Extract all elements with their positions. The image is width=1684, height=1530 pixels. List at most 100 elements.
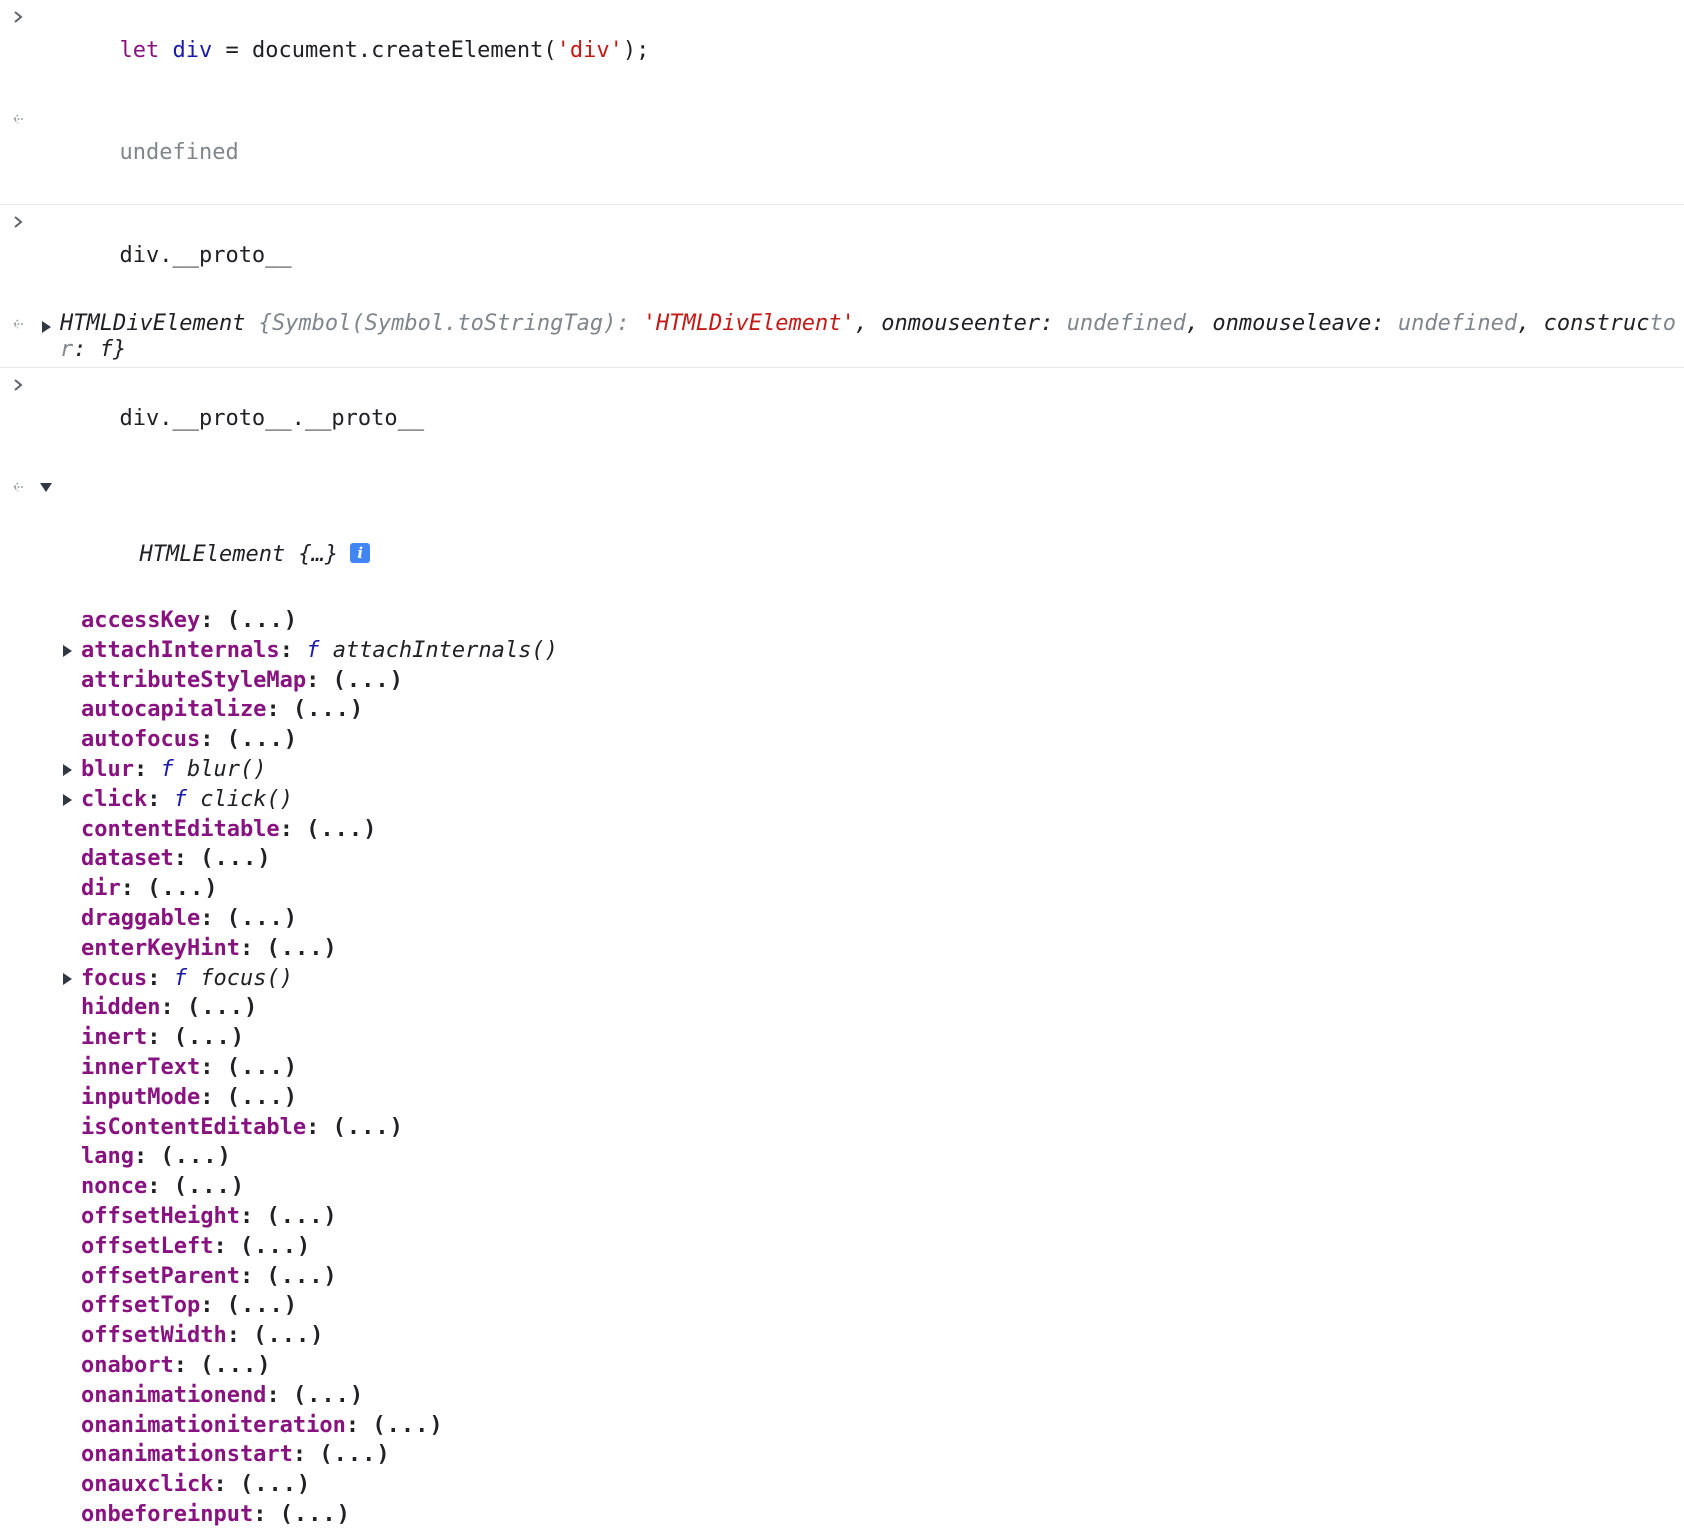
property-value-getter[interactable]: (...) [227,1055,298,1080]
property-name: nonce [81,1174,148,1200]
property-value-getter[interactable]: (...) [227,1085,298,1110]
property-colon: : [226,1323,254,1349]
property-row: offsetParent: (...) [0,1262,1684,1292]
property-colon: : [266,1382,293,1408]
property-colon: : [200,905,227,931]
expand-triangle-icon[interactable] [63,793,72,806]
property-row[interactable]: blur: f blur() [0,755,1684,785]
prompt-chevron-icon [8,368,28,402]
property-name: inert [81,1025,148,1051]
result-arrow-icon [8,470,28,504]
function-name: blur() [186,756,267,782]
property-value-getter[interactable]: (...) [160,1144,231,1169]
property-value-getter[interactable]: (...) [319,1442,390,1467]
property-row[interactable]: focus: f focus() [0,964,1684,994]
prompt-chevron-icon [8,205,28,239]
expand-triangle-icon[interactable] [42,321,51,333]
property-name: autocapitalize [81,697,267,723]
info-icon[interactable]: i [350,543,371,563]
property-colon: : [253,1501,280,1527]
property-colon: : [292,1442,320,1468]
property-value-getter[interactable]: (...) [227,1293,298,1318]
property-name: hidden [81,995,161,1021]
console-input-line[interactable]: div.__proto__.__proto__ [0,368,1684,470]
expand-triangle-icon[interactable] [63,763,72,776]
expand-triangle-icon[interactable] [63,972,72,985]
result-arrow-icon [8,311,28,337]
property-row: onbeforeinput: (...) [0,1500,1684,1530]
property-value-getter[interactable]: (...) [266,936,337,961]
property-value-getter[interactable]: (...) [147,876,218,901]
property-colon: : [147,1025,174,1051]
property-value-getter[interactable]: (...) [333,668,404,693]
property-name: autofocus [81,727,201,753]
console-panel: let div = document.createElement('div');… [0,0,1684,1530]
property-value-getter[interactable]: (...) [280,1502,351,1527]
object-value: undefined [1397,311,1518,336]
property-name: focus [81,965,148,991]
property-colon: : [200,727,227,753]
object-key: Symbol(Symbol.toStringTag) [271,311,617,336]
property-value-getter[interactable]: (...) [227,906,298,931]
property-value-getter[interactable]: (...) [293,1383,364,1408]
code-variable: div [172,38,213,63]
console-input-line[interactable]: let div = document.createElement('div'); [0,0,1684,102]
object-value: 'HTMLDivElement' [642,311,855,336]
expand-triangle-icon[interactable] [63,644,72,657]
property-row[interactable]: attachInternals: f attachInternals() [0,636,1684,666]
property-colon: : [239,935,267,961]
property-colon: : [239,1263,267,1289]
object-preview[interactable]: HTMLDivElement {Symbol(Symbol.toStringTa… [0,307,1684,367]
property-row: autofocus: (...) [0,725,1684,755]
property-colon: : [239,1203,267,1229]
property-value-getter[interactable]: (...) [200,846,271,871]
function-name: click() [200,786,293,812]
property-name: offsetTop [81,1293,201,1319]
property-row: contentEditable: (...) [0,815,1684,845]
property-row: accessKey: (...) [0,606,1684,636]
property-colon: : [213,1472,240,1498]
property-name: enterKeyHint [81,935,240,961]
console-input-line[interactable]: div.__proto__ [0,205,1684,307]
property-value-getter[interactable]: (...) [306,817,377,842]
object-tree-header[interactable]: HTMLElement {…} i [0,470,1684,606]
property-name: innerText [81,1054,201,1080]
property-name: onbeforeinput [81,1501,254,1527]
property-value-getter[interactable]: (...) [240,1472,311,1497]
property-row[interactable]: click: f click() [0,785,1684,815]
property-row: innerText: (...) [0,1053,1684,1083]
property-colon: : [200,1084,227,1110]
property-value-getter[interactable]: (...) [266,1204,337,1229]
property-row: autocapitalize: (...) [0,695,1684,725]
object-value: undefined [1066,311,1186,336]
property-row: offsetWidth: (...) [0,1321,1684,1351]
property-name: accessKey [81,608,201,633]
property-value-getter[interactable]: (...) [187,995,258,1020]
property-colon: : [266,697,293,723]
collapse-triangle-icon[interactable] [40,483,52,492]
property-value-getter[interactable]: (...) [253,1323,324,1348]
code-text: = document.createElement( [212,38,557,63]
function-name: focus() [200,965,293,991]
property-value-getter[interactable]: (...) [174,1025,245,1050]
property-value-getter[interactable]: (...) [293,697,364,722]
property-value-getter[interactable]: (...) [200,1353,271,1378]
property-row: inputMode: (...) [0,1083,1684,1113]
result-arrow-icon [8,102,28,136]
property-value-getter[interactable]: (...) [227,608,298,633]
property-value-getter[interactable]: (...) [266,1264,337,1289]
property-value-getter[interactable]: (...) [174,1174,245,1199]
property-name: onauxclick [81,1472,214,1498]
property-row: onanimationiteration: (...) [0,1411,1684,1441]
console-entry: div.__proto__ HTMLDivElement {Symbol(Sym… [0,205,1684,368]
property-value-getter[interactable]: (...) [372,1413,443,1438]
prompt-chevron-icon [8,0,28,34]
property-value-getter[interactable]: (...) [227,727,298,752]
property-colon: : [120,876,148,902]
property-value-getter[interactable]: (...) [333,1115,404,1140]
property-row: inert: (...) [0,1023,1684,1053]
property-value-getter[interactable]: (...) [240,1234,311,1259]
function-name: attachInternals() [332,637,558,663]
object-type-name: HTMLDivElement [60,311,246,336]
property-colon: : [147,965,174,991]
